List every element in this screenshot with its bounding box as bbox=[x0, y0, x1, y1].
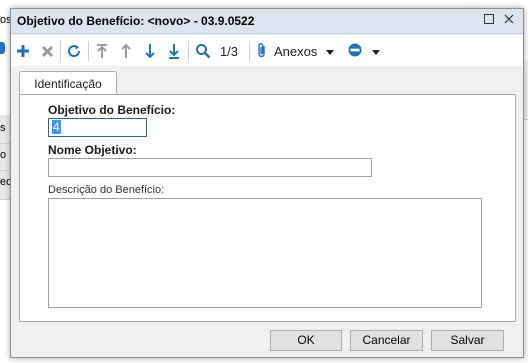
search-icon[interactable] bbox=[193, 41, 213, 61]
parent-fragment-row2: o bbox=[0, 149, 7, 161]
delete-icon[interactable] bbox=[38, 41, 56, 61]
next-record-icon[interactable] bbox=[141, 41, 159, 61]
objetivo-field[interactable]: 4 bbox=[48, 118, 147, 137]
record-position-text: 1/3 bbox=[219, 43, 239, 59]
dialog-titlebar[interactable]: Objetivo do Benefício: <novo> - 03.9.052… bbox=[11, 9, 523, 34]
nome-objetivo-field[interactable] bbox=[48, 158, 372, 177]
dialog-toolbar: 1/3 Anexos bbox=[11, 35, 523, 66]
close-icon[interactable] bbox=[501, 13, 517, 29]
refresh-icon[interactable] bbox=[64, 41, 84, 61]
attachments-button[interactable]: Anexos bbox=[257, 41, 343, 61]
previous-record-icon[interactable] bbox=[117, 41, 135, 61]
more-options-icon bbox=[347, 42, 363, 61]
save-button[interactable]: Salvar bbox=[431, 330, 504, 351]
ok-button[interactable]: OK bbox=[270, 330, 342, 351]
objetivo-value: 4 bbox=[52, 120, 61, 134]
toolbar-separator bbox=[188, 41, 189, 61]
parent-fragment-row1: s bbox=[0, 122, 6, 134]
parent-divider bbox=[0, 143, 10, 144]
add-icon[interactable] bbox=[14, 41, 32, 61]
objetivo-beneficio-dialog: Objetivo do Benefício: <novo> - 03.9.052… bbox=[10, 8, 524, 358]
descricao-label: Descrição do Benefício: bbox=[48, 184, 165, 196]
toolbar-separator bbox=[249, 41, 250, 61]
toolbar-separator bbox=[88, 41, 89, 61]
record-position: 1/3 bbox=[217, 41, 241, 61]
dialog-content: Identificação Objetivo do Benefício: 4 N… bbox=[16, 71, 520, 323]
parent-divider bbox=[0, 170, 10, 171]
more-options-button[interactable] bbox=[347, 41, 387, 61]
nome-objetivo-label: Nome Objetivo: bbox=[48, 143, 137, 157]
tab-panel-identificacao: Objetivo do Benefício: 4 Nome Objetivo: … bbox=[19, 94, 516, 322]
toolbar-separator bbox=[60, 41, 61, 61]
attachments-label: Anexos bbox=[274, 43, 318, 59]
chevron-down-icon bbox=[326, 44, 335, 58]
dialog-title: Objetivo do Benefício: <novo> - 03.9.052… bbox=[17, 14, 255, 28]
objetivo-label: Objetivo do Benefício: bbox=[48, 103, 176, 117]
chevron-down-icon bbox=[372, 44, 380, 58]
descricao-textarea[interactable] bbox=[48, 198, 482, 308]
paperclip-icon bbox=[257, 42, 269, 61]
maximize-icon[interactable] bbox=[481, 13, 497, 29]
first-record-icon[interactable] bbox=[93, 41, 111, 61]
cancel-button[interactable]: Cancelar bbox=[350, 330, 423, 351]
last-record-icon[interactable] bbox=[165, 41, 183, 61]
parent-toolbar-icon bbox=[0, 42, 5, 54]
tab-identificacao[interactable]: Identificação bbox=[19, 71, 117, 95]
